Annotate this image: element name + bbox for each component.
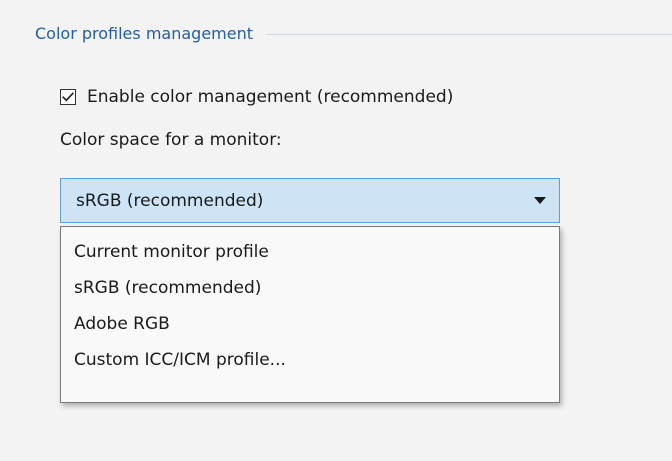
- color-space-dropdown[interactable]: sRGB (recommended): [60, 178, 560, 223]
- option-srgb[interactable]: sRGB (recommended): [61, 270, 559, 306]
- color-space-options-list: Current monitor profile sRGB (recommende…: [60, 226, 560, 403]
- color-space-label: Color space for a monitor:: [60, 130, 282, 150]
- enable-color-management-checkbox[interactable]: Enable color management (recommended): [60, 84, 453, 110]
- group-divider: [265, 33, 672, 35]
- color-space-selected-value[interactable]: sRGB (recommended): [76, 191, 529, 211]
- option-current-monitor-profile[interactable]: Current monitor profile: [61, 234, 559, 270]
- option-custom-icc-profile[interactable]: Custom ICC/ICM profile...: [61, 342, 559, 378]
- checkbox-label[interactable]: Enable color management (recommended): [87, 87, 453, 107]
- group-header: Color profiles management: [35, 20, 672, 46]
- group-title: Color profiles management: [35, 23, 253, 43]
- caret-down-icon[interactable]: [529, 197, 551, 204]
- checkmark-icon: [62, 92, 74, 102]
- checkbox-box[interactable]: [60, 89, 76, 105]
- option-adobe-rgb[interactable]: Adobe RGB: [61, 306, 559, 342]
